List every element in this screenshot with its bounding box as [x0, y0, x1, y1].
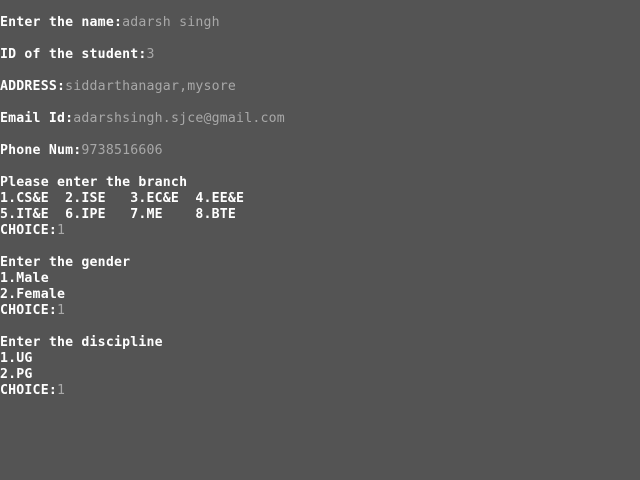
branch-choice-label: CHOICE: — [0, 223, 57, 238]
name-line: Enter the name:adarsh singh — [0, 15, 220, 31]
name-input[interactable]: adarsh singh — [122, 15, 220, 30]
id-prompt: ID of the student: — [0, 47, 147, 62]
phone-prompt: Phone Num: — [0, 143, 82, 158]
gender-option-male: 1.Male — [0, 271, 49, 286]
phone-line: Phone Num:9738516606 — [0, 143, 163, 159]
branch-heading: Please enter the branch — [0, 175, 188, 190]
address-prompt: ADDRESS: — [0, 79, 66, 94]
branch-options-row-2: 5.IT&E 6.IPE 7.ME 8.BTE — [0, 207, 237, 222]
discipline-choice-input[interactable]: 1 — [57, 383, 65, 398]
gender-choice-line: CHOICE:1 — [0, 303, 65, 319]
branch-choice-line: CHOICE:1 — [0, 223, 65, 239]
address-line: ADDRESS:siddarthanagar,mysore — [0, 79, 236, 95]
email-line: Email Id:adarshsingh.sjce@gmail.com — [0, 111, 285, 127]
email-prompt: Email Id: — [0, 111, 74, 126]
discipline-option-pg: 2.PG — [0, 367, 33, 382]
email-input[interactable]: adarshsingh.sjce@gmail.com — [73, 111, 285, 126]
id-line: ID of the student:3 — [0, 47, 155, 63]
gender-option-female: 2.Female — [0, 287, 66, 302]
address-input[interactable]: siddarthanagar,mysore — [65, 79, 236, 94]
discipline-choice-line: CHOICE:1 — [0, 383, 65, 399]
phone-input[interactable]: 9738516606 — [81, 143, 162, 158]
gender-choice-input[interactable]: 1 — [57, 303, 65, 318]
gender-choice-label: CHOICE: — [0, 303, 57, 318]
id-input[interactable]: 3 — [147, 47, 155, 62]
gender-heading: Enter the gender — [0, 255, 131, 270]
branch-options-row-1: 1.CS&E 2.ISE 3.EC&E 4.EE&E — [0, 191, 245, 206]
branch-choice-input[interactable]: 1 — [57, 223, 65, 238]
discipline-option-ug: 1.UG — [0, 351, 33, 366]
console-window: Enter the name:adarsh singh ID of the st… — [0, 0, 640, 480]
discipline-choice-label: CHOICE: — [0, 383, 57, 398]
discipline-heading: Enter the discipline — [0, 335, 163, 350]
name-prompt: Enter the name: — [0, 15, 123, 30]
